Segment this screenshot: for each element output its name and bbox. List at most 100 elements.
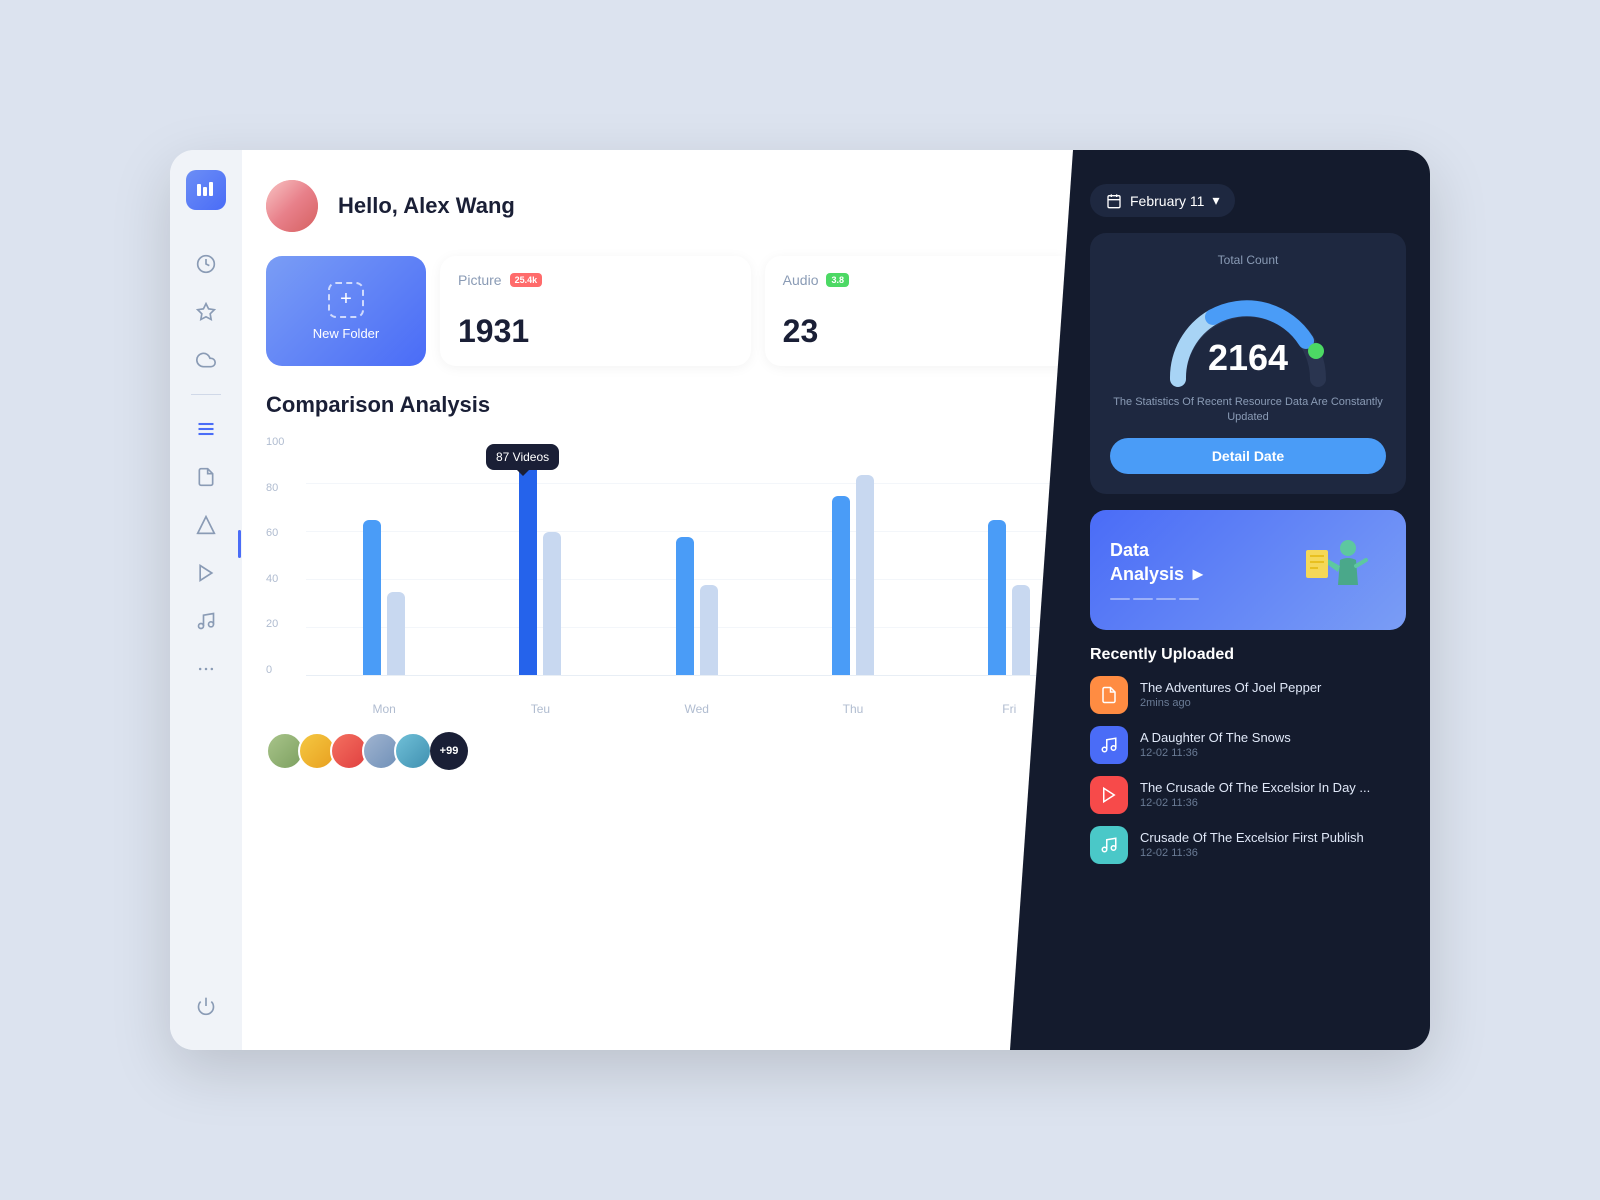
upload-info-0: The Adventures Of Joel Pepper 2mins ago <box>1140 680 1406 709</box>
data-analysis-title: DataAnalysis ► <box>1110 539 1207 586</box>
gauge-subtitle: The Statistics Of Recent Resource Data A… <box>1110 395 1386 426</box>
calendar-date-icon <box>1106 193 1122 209</box>
y-label-100: 100 <box>266 436 284 448</box>
gauge-number: 2164 <box>1208 337 1288 379</box>
recently-section: Recently Uploaded The Adventures Of Joel… <box>1090 646 1406 1026</box>
sidebar-item-history[interactable] <box>188 246 224 282</box>
sidebar-item-play[interactable] <box>188 555 224 591</box>
data-analysis-content: DataAnalysis ► <box>1110 539 1207 600</box>
sidebar-item-cloud[interactable] <box>188 342 224 378</box>
upload-time-3: 12-02 11:36 <box>1140 847 1406 859</box>
sidebar-item-document[interactable] <box>188 459 224 495</box>
upload-time-2: 12-02 11:36 <box>1140 797 1406 809</box>
recently-title: Recently Uploaded <box>1090 646 1406 664</box>
detail-date-button[interactable]: Detail Date <box>1110 438 1386 474</box>
y-label-80: 80 <box>266 482 284 494</box>
sidebar-item-landscape[interactable] <box>188 507 224 543</box>
picture-card-header: Picture 25.4k <box>458 272 733 288</box>
upload-time-1: 12-02 11:36 <box>1140 747 1406 759</box>
audio-card-header: Audio 3.8 <box>783 272 1058 288</box>
y-label-60: 60 <box>266 527 284 539</box>
tooltip-text: 87 Videos <box>496 450 549 464</box>
bar-group-thu <box>775 436 931 676</box>
x-label-thu: Thu <box>775 702 931 716</box>
picture-label: Picture <box>458 272 502 288</box>
bar-group-mon <box>306 436 462 676</box>
app-container: Hello, Alex Wang + New Folder Picture 25… <box>170 150 1430 1050</box>
wave-line-3 <box>1156 598 1176 600</box>
avatar-5 <box>394 732 432 770</box>
upload-item-2[interactable]: The Crusade Of The Excelsior In Day ... … <box>1090 776 1406 814</box>
sidebar <box>170 150 242 1050</box>
upload-icon-video <box>1090 776 1128 814</box>
sidebar-divider <box>191 394 221 395</box>
sidebar-bottom <box>188 982 224 1030</box>
bar-group-teu <box>462 436 618 676</box>
active-indicator <box>238 530 241 558</box>
wave-line-1 <box>1110 598 1130 600</box>
bar-fri-light <box>1012 585 1030 676</box>
upload-icon-music <box>1090 826 1128 864</box>
upload-info-3: Crusade Of The Excelsior First Publish 1… <box>1140 830 1406 859</box>
audio-stat-card: Audio 3.8 23 <box>765 256 1076 366</box>
bar-thu-blue <box>832 496 850 676</box>
new-folder-label: New Folder <box>313 326 379 341</box>
analysis-illustration <box>1296 530 1386 610</box>
upload-info-1: A Daughter Of The Snows 12-02 11:36 <box>1140 730 1406 759</box>
new-folder-icon: + <box>328 282 364 318</box>
wave-lines <box>1110 598 1207 600</box>
bar-thu-light <box>856 475 874 676</box>
y-axis-labels: 0 20 40 60 80 100 <box>266 436 284 676</box>
x-label-mon: Mon <box>306 702 462 716</box>
bar-wed-blue <box>676 537 694 676</box>
avatar-image <box>266 180 318 232</box>
person-svg <box>1296 530 1376 610</box>
more-avatars-badge[interactable]: +99 <box>430 732 468 770</box>
date-chevron-icon: ▾ <box>1212 192 1219 209</box>
upload-name-1: A Daughter Of The Snows <box>1140 730 1406 745</box>
gauge-wrapper: 2164 <box>1158 279 1338 379</box>
sidebar-logo[interactable] <box>186 170 226 210</box>
x-label-teu: Teu <box>462 702 618 716</box>
upload-item-3[interactable]: Crusade Of The Excelsior First Publish 1… <box>1090 826 1406 864</box>
chart-tooltip: 87 Videos <box>486 444 559 470</box>
picture-badge: 25.4k <box>510 273 543 287</box>
date-selector[interactable]: February 11 ▾ <box>1090 184 1235 217</box>
sidebar-item-music[interactable] <box>188 603 224 639</box>
sidebar-item-favorites[interactable] <box>188 294 224 330</box>
upload-name-3: Crusade Of The Excelsior First Publish <box>1140 830 1406 845</box>
bar-mon-light <box>387 592 405 676</box>
audio-badge: 3.8 <box>826 273 849 287</box>
sidebar-item-more[interactable] <box>188 651 224 687</box>
y-label-0: 0 <box>266 664 284 676</box>
right-panel: February 11 ▾ Total Count 2164 The Sta <box>1010 150 1430 1050</box>
date-text: February 11 <box>1130 193 1204 209</box>
audio-label: Audio <box>783 272 819 288</box>
sidebar-item-power[interactable] <box>188 988 224 1024</box>
upload-item-1[interactable]: A Daughter Of The Snows 12-02 11:36 <box>1090 726 1406 764</box>
sidebar-item-list[interactable] <box>188 411 224 447</box>
y-label-20: 20 <box>266 618 284 630</box>
picture-value: 1931 <box>458 313 733 350</box>
picture-stat-card: Picture 25.4k 1931 <box>440 256 751 366</box>
gauge-label: Total Count <box>1218 253 1279 267</box>
upload-icon-audio <box>1090 726 1128 764</box>
greeting-text: Hello, Alex Wang <box>338 193 515 219</box>
wave-line-4 <box>1179 598 1199 600</box>
bar-teu-blue <box>519 455 537 676</box>
avatar <box>266 180 318 232</box>
wave-line-2 <box>1133 598 1153 600</box>
upload-name-0: The Adventures Of Joel Pepper <box>1140 680 1406 695</box>
bar-fri-blue <box>988 520 1006 676</box>
upload-time-0: 2mins ago <box>1140 697 1406 709</box>
bar-mon-blue <box>363 520 381 676</box>
gauge-card: Total Count 2164 The Statistics Of Recen… <box>1090 233 1406 494</box>
bar-wed-light <box>700 585 718 676</box>
upload-item-0[interactable]: The Adventures Of Joel Pepper 2mins ago <box>1090 676 1406 714</box>
upload-info-2: The Crusade Of The Excelsior In Day ... … <box>1140 780 1406 809</box>
bar-group-wed <box>619 436 775 676</box>
upload-icon-document <box>1090 676 1128 714</box>
new-folder-card[interactable]: + New Folder <box>266 256 426 366</box>
data-analysis-card[interactable]: DataAnalysis ► <box>1090 510 1406 630</box>
bar-teu-light <box>543 532 561 676</box>
